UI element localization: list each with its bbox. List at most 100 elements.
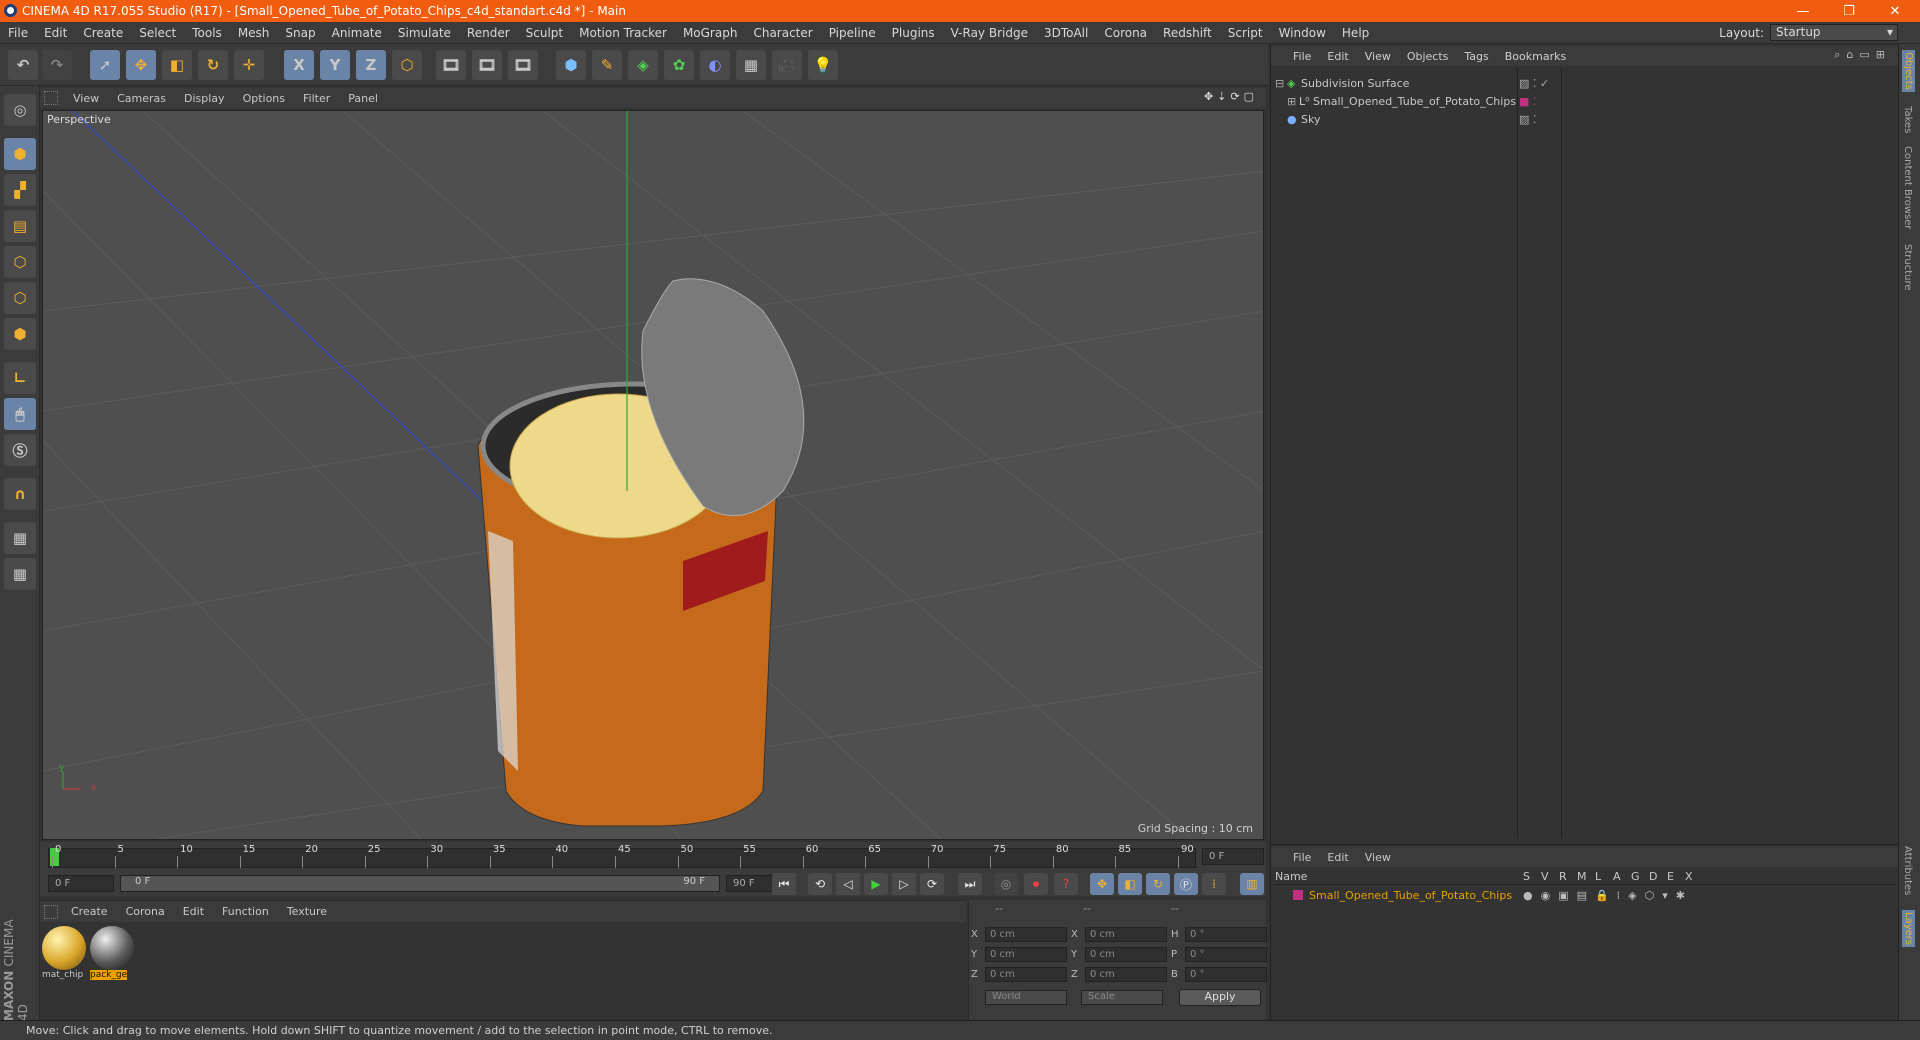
menu-edit[interactable]: Edit <box>36 26 75 40</box>
texture-mode-icon[interactable]: ▞ <box>4 174 36 206</box>
menu-sculpt[interactable]: Sculpt <box>518 26 571 40</box>
menu-file[interactable]: File <box>0 26 36 40</box>
key-rotation-icon[interactable]: ↻ <box>1146 873 1170 895</box>
coord-system-dropdown[interactable]: World <box>985 990 1067 1005</box>
rotation-b-field[interactable]: 0 ° <box>1185 967 1267 982</box>
timeline-window-icon[interactable]: ▥ <box>1240 873 1264 895</box>
menu-character[interactable]: Character <box>745 26 820 40</box>
menu-select[interactable]: Select <box>131 26 184 40</box>
mat-menu-edit[interactable]: Edit <box>174 905 213 918</box>
object-search-home-icons[interactable]: ⌕⌂▭⊞ <box>1834 48 1891 62</box>
size-x-field[interactable]: 0 cm <box>1085 927 1167 942</box>
viewport-nav-icons[interactable]: ✥⇣⟳▢ <box>1204 90 1258 103</box>
obj-menu-tags[interactable]: Tags <box>1456 50 1496 63</box>
menu-render[interactable]: Render <box>459 26 518 40</box>
menu-corona[interactable]: Corona <box>1096 26 1155 40</box>
size-mode-dropdown[interactable]: Scale <box>1081 990 1163 1005</box>
menu-vray-bridge[interactable]: V-Ray Bridge <box>943 26 1036 40</box>
select-arrow-icon[interactable]: ➚ <box>90 50 120 80</box>
tab-objects[interactable]: Objects <box>1902 50 1915 92</box>
visibility-toggle-icon[interactable]: ▨ ⁚ <box>1519 113 1536 126</box>
autokey-icon[interactable]: ⏺ <box>1024 873 1048 895</box>
menu-snap[interactable]: Snap <box>277 26 323 40</box>
move-tool-icon[interactable]: ✥ <box>126 50 156 80</box>
go-to-start-icon[interactable]: ⏮ <box>772 873 796 895</box>
layout-dropdown[interactable]: Startup <box>1770 24 1898 41</box>
render-view-icon[interactable]: 🎞 <box>436 50 466 80</box>
minimize-button[interactable]: — <box>1780 0 1826 22</box>
visibility-toggle-icon[interactable]: ▨ ⁚ ✓ <box>1519 77 1549 90</box>
menu-3dtoall[interactable]: 3DToAll <box>1036 26 1096 40</box>
tab-attributes[interactable]: Attributes <box>1902 846 1913 895</box>
render-settings-icon[interactable]: 🎞 <box>508 50 538 80</box>
key-parameter-icon[interactable]: Ⓟ <box>1174 873 1198 895</box>
scale-tool-icon[interactable]: ◧ <box>162 50 192 80</box>
menu-simulate[interactable]: Simulate <box>390 26 459 40</box>
material-tag-icon[interactable]: ■ ⁚ <box>1519 95 1536 108</box>
snap-enable-icon[interactable]: Ⓢ <box>4 434 36 466</box>
viewport-label[interactable]: Perspective <box>47 113 111 126</box>
spline-pen-icon[interactable]: ✎ <box>592 50 622 80</box>
vp-menu-display[interactable]: Display <box>175 92 234 105</box>
layer-menu-view[interactable]: View <box>1357 851 1399 864</box>
go-to-end-icon[interactable]: ⏭ <box>958 873 982 895</box>
camera-icon[interactable]: 🎥 <box>772 50 802 80</box>
key-pla-icon[interactable]: ⁞ <box>1202 873 1226 895</box>
collapse-icon[interactable]: ⊟ <box>1275 77 1287 90</box>
size-y-field[interactable]: 0 cm <box>1085 947 1167 962</box>
layer-menu-edit[interactable]: Edit <box>1319 851 1356 864</box>
planar-workplane-icon[interactable]: ▦ <box>4 558 36 590</box>
axis-x-button[interactable]: X <box>284 50 314 80</box>
previous-key-icon[interactable]: ⟲ <box>808 873 832 895</box>
deformer-icon[interactable]: ◐ <box>700 50 730 80</box>
obj-menu-edit[interactable]: Edit <box>1319 50 1356 63</box>
object-row[interactable]: ⊞ L⁰ Small_Opened_Tube_of_Potato_Chips ■… <box>1275 92 1895 110</box>
mat-menu-texture[interactable]: Texture <box>278 905 336 918</box>
edges-mode-icon[interactable]: ⬡ <box>4 282 36 314</box>
play-forward-icon[interactable]: ▶ <box>864 873 888 895</box>
object-row[interactable]: ● Sky ▨ ⁚ <box>1275 110 1895 128</box>
next-key-icon[interactable]: ⟳ <box>920 873 944 895</box>
close-button[interactable]: ✕ <box>1872 0 1918 22</box>
obj-menu-bookmarks[interactable]: Bookmarks <box>1497 50 1574 63</box>
make-editable-icon[interactable]: ◎ <box>4 94 36 126</box>
material-item[interactable]: pack_ge <box>90 926 134 984</box>
rotation-h-field[interactable]: 0 ° <box>1185 927 1267 942</box>
position-x-field[interactable]: 0 cm <box>985 927 1067 942</box>
vp-menu-filter[interactable]: Filter <box>294 92 339 105</box>
menu-help[interactable]: Help <box>1334 26 1377 40</box>
menu-redshift[interactable]: Redshift <box>1155 26 1220 40</box>
points-mode-icon[interactable]: ⬡ <box>4 246 36 278</box>
menu-mesh[interactable]: Mesh <box>230 26 278 40</box>
menu-motion-tracker[interactable]: Motion Tracker <box>571 26 675 40</box>
layer-menu-file[interactable]: File <box>1285 851 1319 864</box>
tab-takes[interactable]: Takes <box>1902 106 1913 133</box>
workplane-icon[interactable]: ▤ <box>4 210 36 242</box>
menu-pipeline[interactable]: Pipeline <box>821 26 884 40</box>
current-frame-field[interactable]: 0 F <box>1202 848 1264 865</box>
step-back-icon[interactable]: ◁ <box>836 873 860 895</box>
step-forward-icon[interactable]: ▷ <box>892 873 916 895</box>
vp-menu-view[interactable]: View <box>64 92 108 105</box>
axis-y-button[interactable]: Y <box>320 50 350 80</box>
menu-script[interactable]: Script <box>1220 26 1271 40</box>
tweak-mode-icon[interactable]: 🖱 <box>4 398 36 430</box>
expand-icon[interactable]: ⊞ <box>1287 95 1299 108</box>
menu-plugins[interactable]: Plugins <box>884 26 943 40</box>
model-mode-icon[interactable]: ⬢ <box>4 138 36 170</box>
axis-z-button[interactable]: Z <box>356 50 386 80</box>
tab-layers[interactable]: Layers <box>1902 910 1915 948</box>
rotate-tool-icon[interactable]: ↻ <box>198 50 228 80</box>
menu-animate[interactable]: Animate <box>324 26 390 40</box>
key-scale-icon[interactable]: ◧ <box>1118 873 1142 895</box>
obj-menu-file[interactable]: File <box>1285 50 1319 63</box>
tab-content-browser[interactable]: Content Browser <box>1902 146 1913 229</box>
material-item[interactable]: mat_chip <box>42 926 86 984</box>
start-frame-field[interactable]: 0 F <box>48 875 114 892</box>
layer-row[interactable]: Small_Opened_Tube_of_Potato_Chips ●◉▣▤🔒⁞… <box>1275 887 1895 903</box>
subdivision-surface-icon[interactable]: ◈ <box>628 50 658 80</box>
mograph-cloner-icon[interactable]: ✿ <box>664 50 694 80</box>
menu-mograph[interactable]: MoGraph <box>675 26 746 40</box>
timeline-ruler[interactable]: 0 5 10 15 20 25 30 35 40 45 50 55 60 65 70 75 80 85 90 0 F <box>40 842 1266 872</box>
layer-toggle-icons[interactable]: ●◉▣▤🔒⁞◈⬡▾✱ <box>1523 889 1693 902</box>
